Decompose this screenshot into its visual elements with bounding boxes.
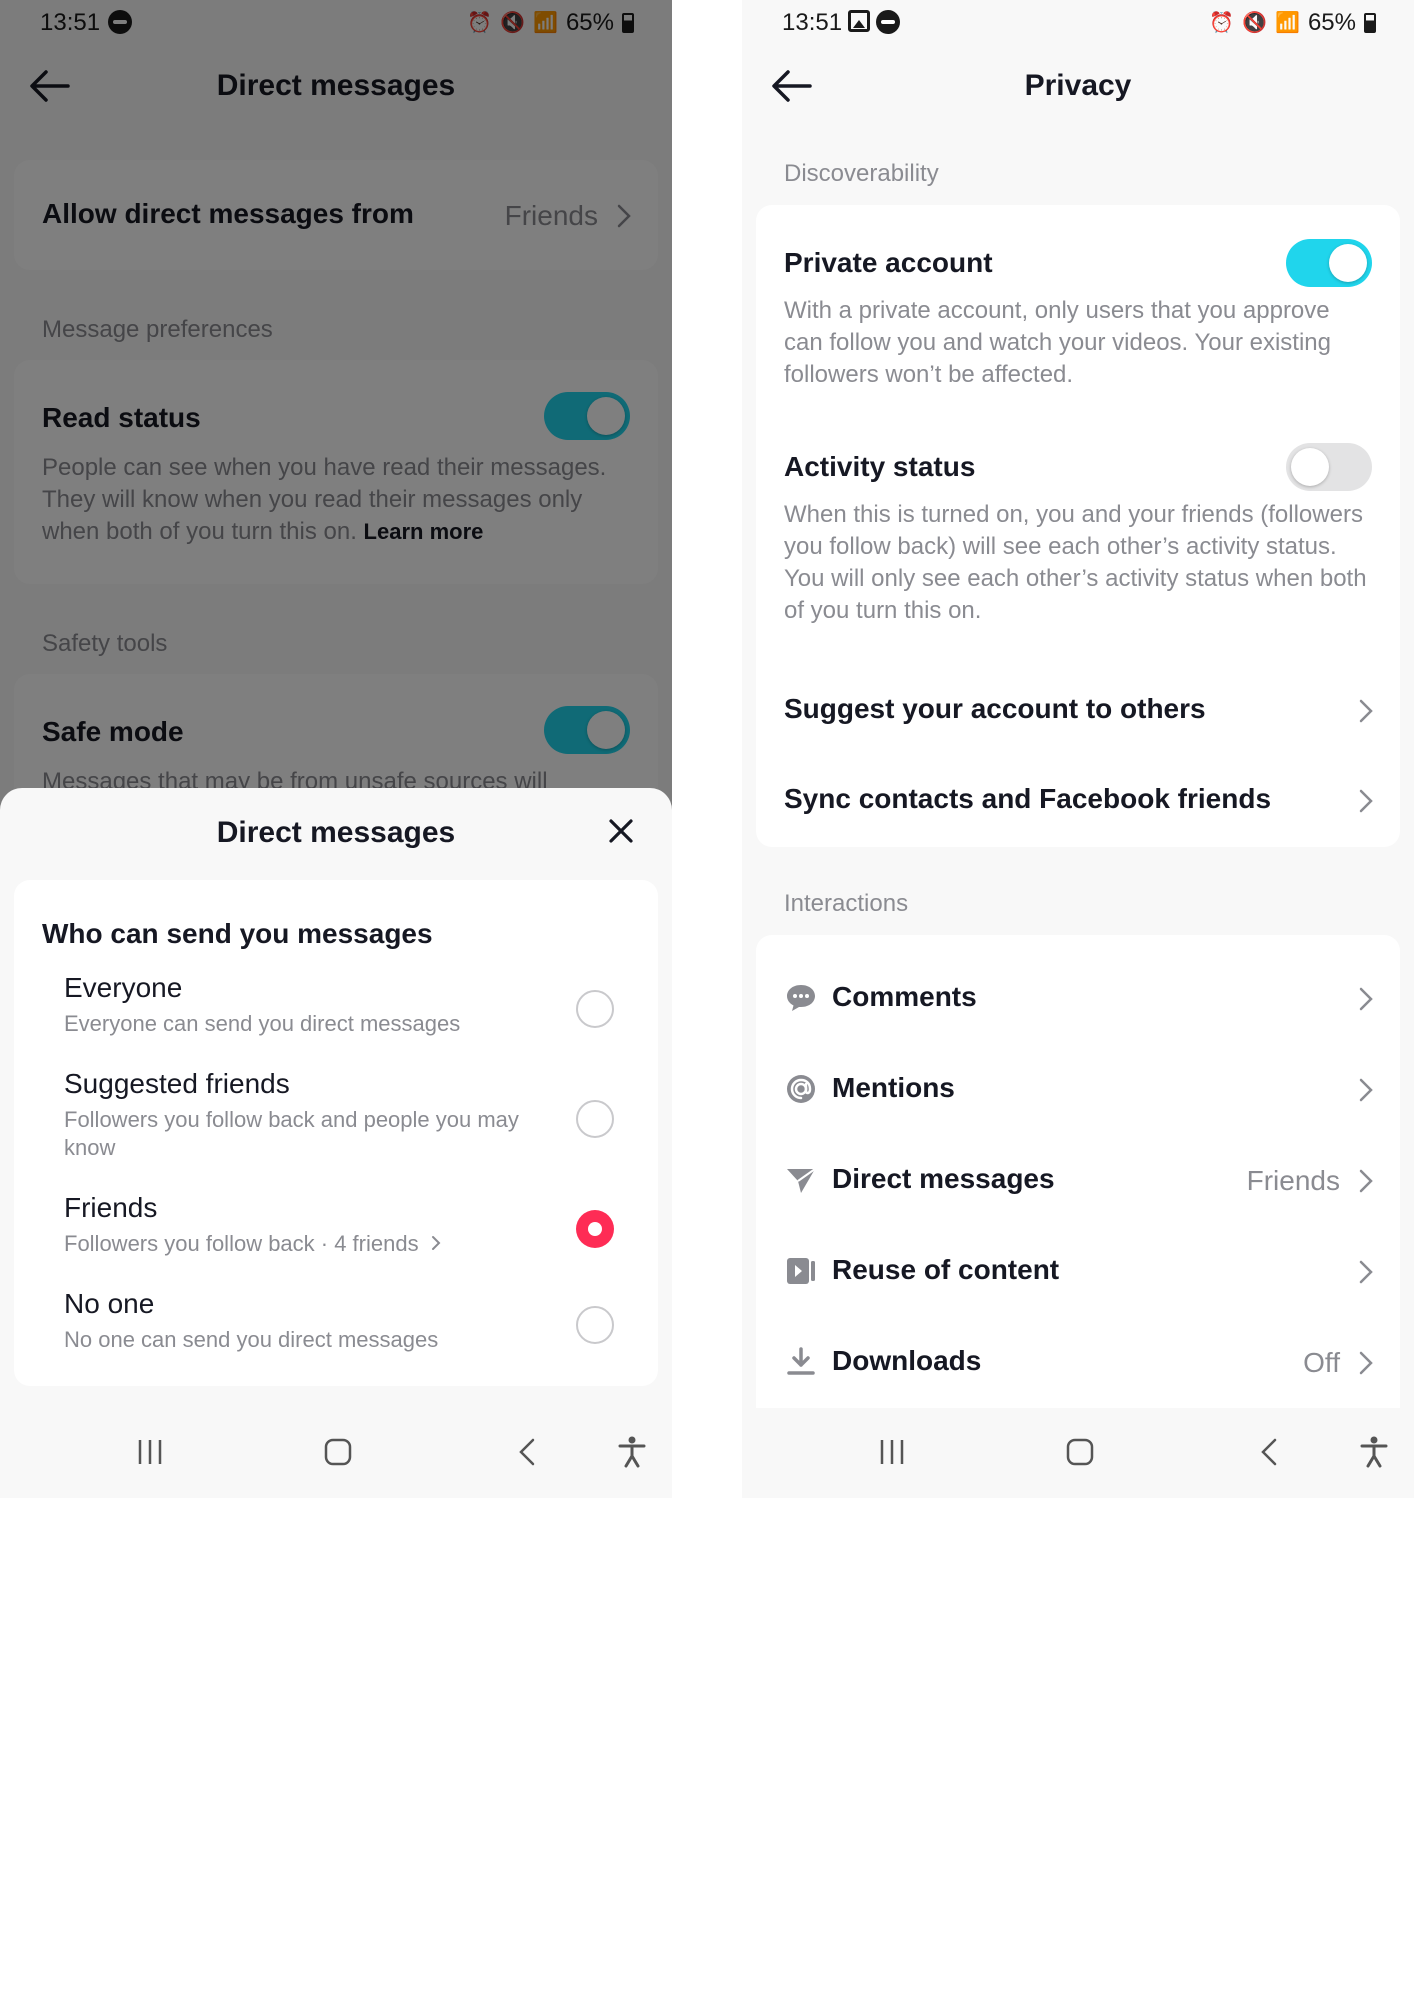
reuse-of-content-row[interactable]: Reuse of content bbox=[756, 1228, 1400, 1314]
option-no-one[interactable]: No one No one can send you direct messag… bbox=[14, 1282, 658, 1372]
chevron-right-icon bbox=[1359, 1260, 1373, 1284]
at-sign-icon bbox=[787, 1075, 815, 1103]
downloads-row[interactable]: Downloads Off bbox=[756, 1319, 1400, 1405]
activity-status-toggle[interactable] bbox=[1286, 443, 1372, 491]
system-nav-bar bbox=[0, 1408, 672, 1498]
chevron-right-icon bbox=[1359, 789, 1373, 813]
private-account-description: With a private account, only users that … bbox=[784, 297, 1331, 388]
alarm-icon: ⏰ bbox=[1209, 12, 1235, 34]
accessibility-icon[interactable] bbox=[612, 1432, 652, 1472]
page-title: Privacy bbox=[1024, 69, 1132, 102]
direct-messages-value: Friends bbox=[1246, 1165, 1340, 1196]
download-icon bbox=[787, 1347, 815, 1375]
do-not-disturb-icon bbox=[876, 10, 900, 34]
section-interactions: Interactions bbox=[784, 890, 909, 917]
recent-apps-icon[interactable] bbox=[872, 1432, 912, 1472]
accessibility-icon[interactable] bbox=[1354, 1432, 1394, 1472]
recent-apps-icon[interactable] bbox=[130, 1432, 170, 1472]
privacy-screen: 13:51 ⏰ 🔇 📶 65% Privacy Discoverability … bbox=[742, 0, 1414, 1498]
radio-friends[interactable] bbox=[576, 1210, 614, 1248]
radio-everyone[interactable] bbox=[576, 990, 614, 1028]
comments-row[interactable]: Comments bbox=[756, 955, 1400, 1041]
chevron-right-icon bbox=[1359, 987, 1373, 1011]
home-icon[interactable] bbox=[318, 1432, 358, 1472]
radio-suggested-friends[interactable] bbox=[576, 1100, 614, 1138]
wifi-icon: 📶 bbox=[1275, 12, 1300, 34]
suggest-account-row[interactable]: Suggest your account to others bbox=[756, 675, 1400, 755]
nav-back-icon[interactable] bbox=[1250, 1432, 1290, 1472]
radio-no-one[interactable] bbox=[576, 1306, 614, 1344]
battery-percent: 65% bbox=[1307, 9, 1356, 36]
option-everyone[interactable]: Everyone Everyone can send you direct me… bbox=[14, 966, 658, 1056]
option-suggested-friends[interactable]: Suggested friends Followers you follow b… bbox=[14, 1062, 658, 1172]
discoverability-card: Private account With a private account, … bbox=[756, 205, 1400, 847]
direct-messages-screen: 13:51 ⏰ 🔇 📶 65% Direct messages Allow di… bbox=[0, 0, 672, 1498]
header: Privacy bbox=[742, 52, 1414, 120]
chevron-right-icon bbox=[1359, 1351, 1373, 1375]
private-account-title: Private account bbox=[784, 247, 993, 278]
chevron-right-icon bbox=[431, 1236, 441, 1250]
sheet-title: Direct messages bbox=[216, 816, 456, 849]
interactions-card: Comments Mentions Direct messages Friend… bbox=[756, 935, 1400, 1415]
mentions-row[interactable]: Mentions bbox=[756, 1046, 1400, 1132]
mute-icon: 🔇 bbox=[1242, 12, 1268, 34]
chevron-right-icon bbox=[1359, 1078, 1373, 1102]
downloads-value: Off bbox=[1303, 1347, 1340, 1378]
gallery-notification-icon bbox=[848, 10, 870, 32]
chevron-right-icon bbox=[1359, 1169, 1373, 1193]
chevron-right-icon bbox=[1359, 699, 1373, 723]
reuse-content-icon bbox=[787, 1258, 815, 1284]
send-icon bbox=[787, 1168, 816, 1193]
status-bar: 13:51 ⏰ 🔇 📶 65% bbox=[742, 0, 1414, 46]
activity-status-title: Activity status bbox=[784, 451, 976, 482]
direct-messages-sheet: Direct messages Who can send you message… bbox=[0, 788, 672, 1498]
section-discoverability: Discoverability bbox=[784, 160, 939, 187]
direct-messages-row[interactable]: Direct messages Friends bbox=[756, 1137, 1400, 1223]
battery-icon bbox=[1364, 13, 1376, 33]
status-time: 13:51 bbox=[782, 9, 843, 36]
activity-status-description: When this is turned on, you and your fri… bbox=[784, 501, 1367, 624]
sync-contacts-row[interactable]: Sync contacts and Facebook friends bbox=[756, 765, 1400, 845]
comment-bubble-icon bbox=[787, 985, 815, 1011]
home-icon[interactable] bbox=[1060, 1432, 1100, 1472]
private-account-toggle[interactable] bbox=[1286, 239, 1372, 287]
nav-back-icon[interactable] bbox=[508, 1432, 548, 1472]
option-friends[interactable]: Friends Followers you follow back · 4 fr… bbox=[14, 1186, 658, 1276]
close-icon[interactable] bbox=[606, 816, 636, 846]
who-can-message-heading: Who can send you messages bbox=[42, 918, 433, 949]
system-nav-bar bbox=[742, 1408, 1414, 1498]
